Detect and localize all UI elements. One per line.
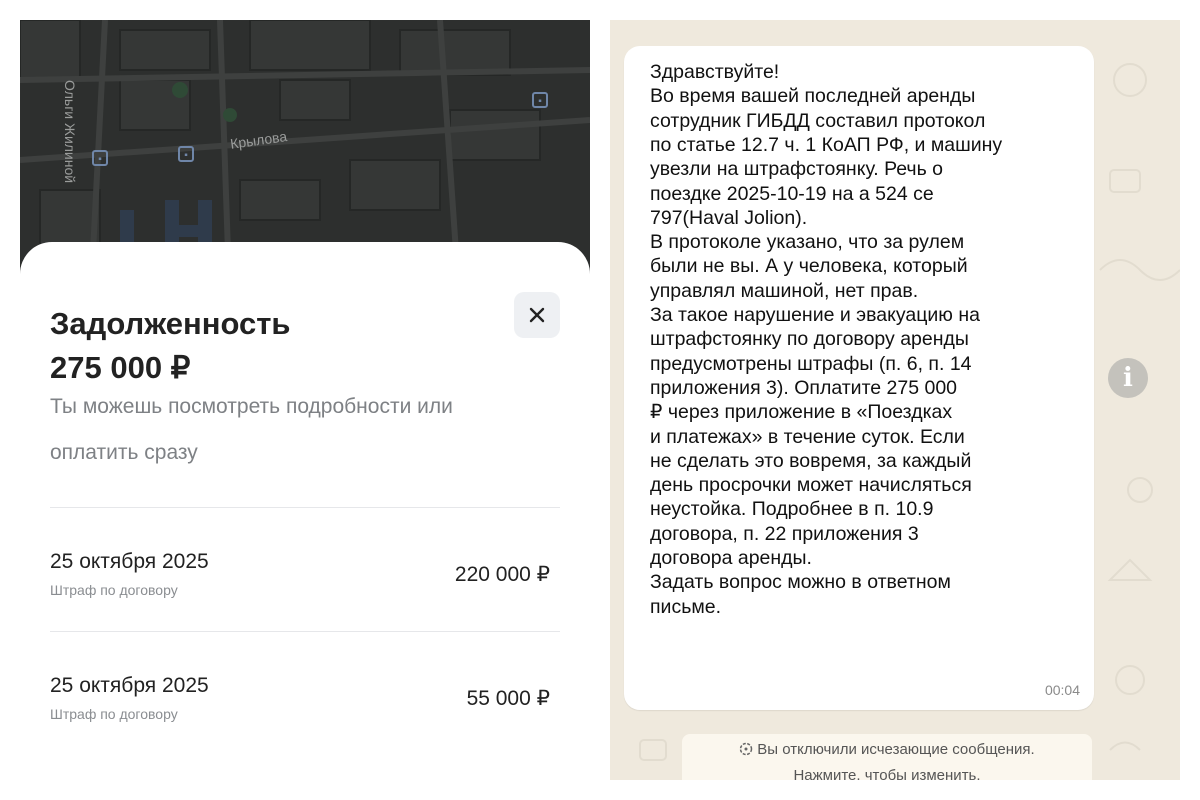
- fine-amount: 55 000 ₽: [466, 687, 550, 710]
- message-line: сотрудник ГИБДД составил протокол: [650, 109, 986, 132]
- message-line: договора аренды.: [650, 547, 812, 569]
- message-line: неустойка. Подробнее в п. 10.9: [650, 498, 934, 521]
- fine-row[interactable]: 25 октября 2025 Штраф по договору 55 000…: [50, 674, 560, 734]
- message-time: 00:04: [1044, 682, 1080, 698]
- message-line: были не вы. А у человека, который: [650, 255, 968, 278]
- message-line: 797(Haval Jolion).: [650, 206, 808, 229]
- bus-stop-icon[interactable]: ▪: [178, 146, 194, 162]
- message-line: не сделать это вовремя, за каждый: [650, 449, 972, 472]
- description-line: Ты можешь посмотреть подробности или: [50, 395, 453, 418]
- street-label-olgi-zhilinoy: Ольги Жилиной: [62, 80, 78, 184]
- message-line: За такое нарушение и эвакуацию на: [650, 304, 980, 326]
- message-line: договора, п. 22 приложения 3: [650, 522, 919, 545]
- fine-note: Штраф по договору: [50, 582, 178, 598]
- divider: [50, 631, 560, 632]
- message-line: Во время вашей последней аренды: [650, 85, 976, 108]
- timer-icon: [739, 740, 753, 764]
- message-line: и платежах» в течение суток. Если: [650, 425, 965, 448]
- debt-title-label: Задолженность: [50, 306, 291, 341]
- message-line: управлял машиной, нет прав.: [650, 279, 919, 302]
- message-bubble[interactable]: 00:04 Здравствуйте! Во время вашей послед…: [624, 46, 1094, 710]
- message-line: день просрочки может начисляться: [650, 474, 972, 497]
- debt-total-amount: 275 000 ₽: [50, 350, 191, 385]
- description-line: оплатить сразу: [50, 441, 198, 464]
- bus-stop-icon[interactable]: ▪: [532, 92, 548, 108]
- message-line: увезли на штрафстоянку. Речь о: [650, 158, 944, 181]
- divider: [50, 507, 560, 508]
- info-icon[interactable]: i: [1108, 358, 1148, 398]
- message-line: Здравствуйте!: [650, 61, 780, 83]
- message-line: Задать вопрос можно в ответном: [650, 571, 951, 594]
- debt-bottom-sheet: Задолженность 275 000 ₽ Ты можешь посмот…: [20, 242, 590, 780]
- message-line: письме.: [650, 595, 722, 618]
- debt-description: Ты можешь посмотреть подробности или опл…: [50, 384, 550, 476]
- fine-date: 25 октября 2025: [50, 674, 209, 697]
- fine-amount: 220 000 ₽: [454, 563, 550, 586]
- system-message-line: Вы отключили исчезающие сообщения.: [757, 741, 1035, 758]
- fine-date: 25 октября 2025: [50, 550, 209, 573]
- chat-screen: 00:04 Здравствуйте! Во время вашей послед…: [610, 20, 1180, 780]
- message-line: поездке 2025-10-19 на а 524 се: [650, 182, 934, 205]
- message-line: предусмотрены штрафы (п. 6, п. 14: [650, 352, 972, 375]
- fine-note: Штраф по договору: [50, 706, 178, 722]
- bus-stop-icon[interactable]: ▪: [92, 150, 108, 166]
- message-line: штрафстоянку по договору аренды: [650, 328, 969, 351]
- fine-row[interactable]: 25 октября 2025 Штраф по договору 220 00…: [50, 550, 560, 610]
- debt-screen: Ольги Жилиной Крылова ▪ ▪ ▪ Задолженност…: [20, 20, 590, 780]
- message-line: по статье 12.7 ч. 1 КоАП РФ, и машину: [650, 133, 1003, 156]
- message-line: В протоколе указано, что за рулем: [650, 231, 965, 254]
- close-button[interactable]: [514, 292, 560, 338]
- message-line: приложения 3). Оплатите 275 000: [650, 376, 958, 399]
- message-line: ₽ через приложение в «Поездках: [650, 401, 953, 424]
- close-icon: [529, 307, 545, 323]
- system-message-line: Нажмите, чтобы изменить.: [793, 767, 981, 780]
- debt-title: Задолженность 275 000 ₽: [50, 302, 290, 390]
- disappearing-messages-notice[interactable]: Вы отключили исчезающие сообщения. Нажми…: [682, 734, 1092, 780]
